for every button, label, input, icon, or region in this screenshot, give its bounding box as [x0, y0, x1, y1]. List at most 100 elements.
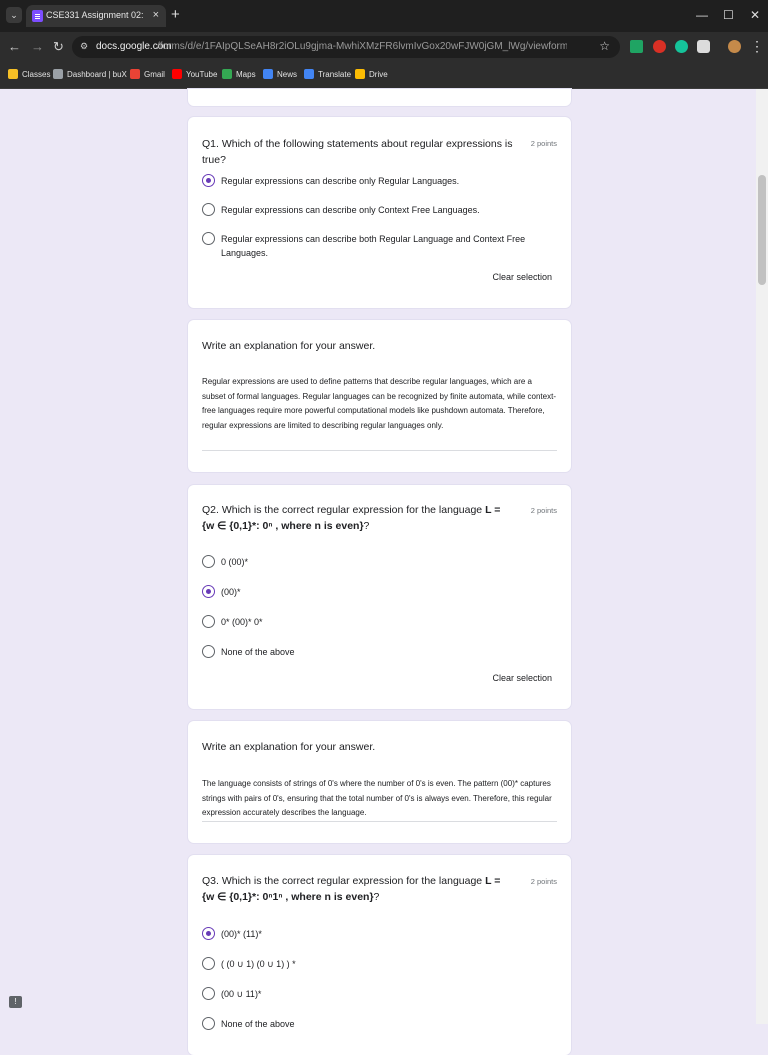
bookmark-translate[interactable]: Translate	[304, 69, 351, 79]
bookmark-label: Classes	[22, 69, 51, 79]
points-label: 2 points	[530, 506, 557, 515]
browser-menu-icon[interactable]: ⋮	[750, 37, 764, 55]
bookmark-drive[interactable]: Drive	[355, 69, 388, 79]
previous-card	[188, 89, 571, 106]
explanation-answer-textarea[interactable]: Regular expressions are used to define p…	[202, 375, 557, 433]
radio-option-label: (00 ∪ 11)*	[221, 989, 262, 999]
radio-option-label: (00)*	[221, 587, 241, 597]
radio-option-label: (00)* (11)*	[221, 929, 262, 939]
bookmark-maps[interactable]: Maps	[222, 69, 256, 79]
radio-option[interactable]: Regular expressions can describe only Re…	[202, 172, 552, 190]
radio-unchecked-icon[interactable]	[202, 203, 215, 216]
title-suffix: ?	[363, 520, 370, 532]
reload-button[interactable]: ↻	[53, 39, 64, 55]
radio-unchecked-icon[interactable]	[202, 555, 215, 568]
radio-option[interactable]: 0* (00)* 0*	[202, 613, 552, 631]
browser-tab[interactable]: CSE331 Assignment 02: Regular ×	[26, 5, 166, 27]
question-title: Q2. Which is the correct regular express…	[202, 502, 514, 534]
bookmark-news[interactable]: News	[263, 69, 297, 79]
radio-option-label: Regular expressions can describe only Re…	[221, 176, 460, 186]
google-forms-icon	[32, 10, 43, 22]
bookmark-favicon-icon	[172, 69, 182, 79]
points-label: 2 points	[530, 139, 557, 148]
drive-icon[interactable]	[630, 40, 643, 53]
radio-option[interactable]: (00 ∪ 11)*	[202, 985, 552, 1003]
radio-unchecked-icon[interactable]	[202, 987, 215, 1000]
radio-option-label: 0* (00)* 0*	[221, 617, 263, 627]
radio-checked-icon[interactable]	[202, 174, 215, 187]
title-text: Q3. Which is the correct regular express…	[202, 875, 486, 887]
clear-selection-button[interactable]: Clear selection	[492, 673, 552, 683]
scrollbar-thumb[interactable]	[758, 175, 766, 285]
radio-option-label: 0 (00)*	[221, 557, 249, 567]
address-bar[interactable]: ⚙ docs.google.com /forms/d/e/1FAIpQLSeAH…	[72, 36, 620, 58]
bookmark-classes[interactable]: Classes	[8, 69, 50, 79]
site-info-icon[interactable]: ⚙	[80, 41, 90, 51]
new-tab-button[interactable]: +	[171, 6, 180, 24]
url-path: /forms/d/e/1FAIpQLSeAH8r2iOLu9gjma-MwhiX…	[157, 41, 567, 52]
bookmark-dashboard-bux[interactable]: Dashboard | buX	[53, 69, 127, 79]
question-card-q3: Q3. Which is the correct regular express…	[188, 855, 571, 1055]
radio-unchecked-icon[interactable]	[202, 957, 215, 970]
radio-option[interactable]: None of the above	[202, 1015, 552, 1033]
radio-option-label: Regular expressions can describe both Re…	[221, 234, 526, 258]
answer-underline	[202, 450, 557, 451]
radio-option[interactable]: Regular expressions can describe only Co…	[202, 201, 552, 219]
bookmarks-bar: Classes Dashboard | buX Gmail YouTube Maps Ne…	[0, 62, 768, 89]
bookmark-favicon-icon	[130, 69, 140, 79]
radio-option[interactable]: Regular expressions can describe both Re…	[202, 230, 552, 258]
answer-underline	[202, 821, 557, 822]
points-label: 2 points	[530, 877, 557, 886]
explanation-title: Write an explanation for your answer.	[202, 340, 376, 352]
bookmark-favicon-icon	[304, 69, 314, 79]
explanation-answer-textarea[interactable]: The language consists of strings of 0's …	[202, 777, 557, 821]
bookmark-youtube[interactable]: YouTube	[172, 69, 217, 79]
radio-option[interactable]: ( (0 ∪ 1) (0 ∪ 1) ) *	[202, 955, 552, 973]
close-window-button[interactable]: ✕	[750, 7, 760, 23]
bookmark-favicon-icon	[8, 69, 18, 79]
bookmark-label: News	[277, 69, 298, 79]
radio-option[interactable]: (00)*	[202, 583, 552, 601]
tab-title: CSE331 Assignment 02: Regular	[46, 10, 146, 20]
bookmark-favicon-icon	[263, 69, 273, 79]
question-title: Q3. Which is the correct regular express…	[202, 873, 514, 905]
maximize-button[interactable]: ☐	[723, 7, 734, 23]
bookmark-label: Drive	[369, 69, 388, 79]
question-card-q2: Q2. Which is the correct regular express…	[188, 485, 571, 709]
feedback-icon[interactable]: !	[9, 996, 22, 1008]
minimize-button[interactable]: —	[696, 7, 708, 23]
explanation-card-1: Write an explanation for your answer. Re…	[188, 320, 571, 472]
bookmark-star-icon[interactable]: ☆	[599, 39, 610, 53]
bookmark-favicon-icon	[222, 69, 232, 79]
forward-button[interactable]: →	[31, 39, 44, 55]
bookmark-label: YouTube	[186, 69, 218, 79]
profile-avatar-icon[interactable]	[728, 40, 741, 53]
bookmark-label: Translate	[318, 69, 352, 79]
grammarly-icon[interactable]	[675, 40, 688, 53]
radio-option-label: None of the above	[221, 1019, 295, 1029]
radio-option-label: Regular expressions can describe only Co…	[221, 205, 480, 215]
puzzle-icon[interactable]	[697, 40, 710, 53]
radio-checked-icon[interactable]	[202, 927, 215, 940]
radio-option-label: None of the above	[221, 647, 295, 657]
title-text: Q2. Which is the correct regular express…	[202, 504, 486, 516]
bookmark-label: Gmail	[144, 69, 165, 79]
radio-option[interactable]: 0 (00)*	[202, 553, 552, 571]
radio-unchecked-icon[interactable]	[202, 615, 215, 628]
tab-search-button[interactable]: ⌄	[6, 7, 22, 23]
tab-close-icon[interactable]: ×	[153, 9, 159, 21]
question-title: Q1. Which of the following statements ab…	[202, 138, 513, 166]
back-button[interactable]: ←	[8, 39, 21, 55]
radio-option[interactable]: None of the above	[202, 643, 552, 661]
radio-unchecked-icon[interactable]	[202, 645, 215, 658]
radio-option[interactable]: (00)* (11)*	[202, 925, 552, 943]
radio-option-label: ( (0 ∪ 1) (0 ∪ 1) ) *	[221, 959, 296, 969]
clear-selection-button[interactable]: Clear selection	[492, 272, 552, 282]
bookmark-gmail[interactable]: Gmail	[130, 69, 165, 79]
bookmark-label: Maps	[236, 69, 256, 79]
radio-checked-icon[interactable]	[202, 585, 215, 598]
extension-red-icon[interactable]	[653, 40, 666, 53]
question-card-q1: Q1. Which of the following statements ab…	[188, 117, 571, 308]
radio-unchecked-icon[interactable]	[202, 232, 215, 245]
bookmark-favicon-icon	[53, 69, 63, 79]
